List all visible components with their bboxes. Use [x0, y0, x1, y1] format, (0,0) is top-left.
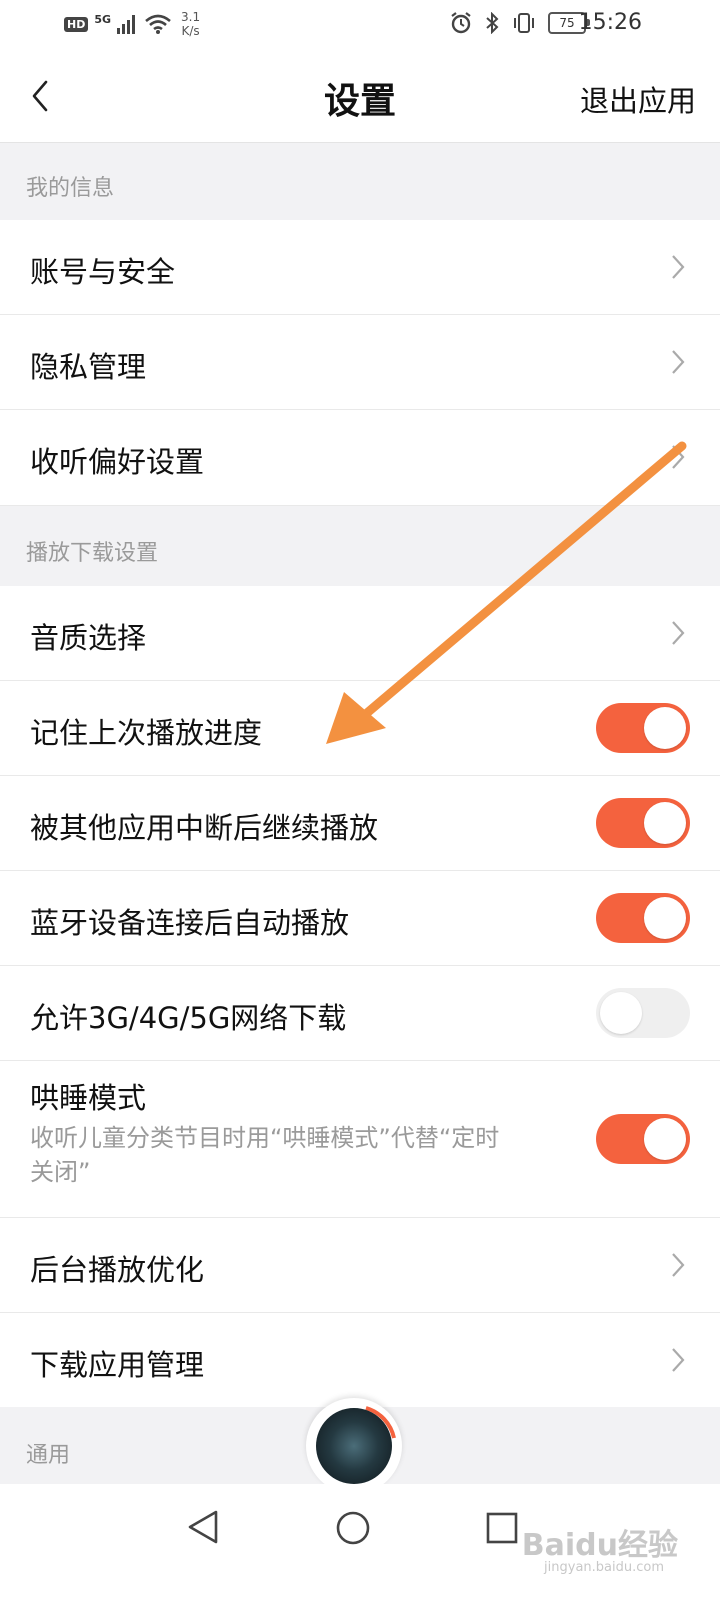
settings-row-background-optimization[interactable]: 后台播放优化: [0, 1218, 720, 1313]
nav-home-icon[interactable]: [335, 1510, 371, 1546]
watermark-logo: Baidu经验: [521, 1528, 678, 1563]
chevron-right-icon: [672, 445, 685, 469]
nav-recents-icon[interactable]: [485, 1511, 519, 1545]
vibrate-icon: [514, 13, 534, 33]
row-label: 被其他应用中断后继续播放: [30, 811, 379, 845]
settings-row-resume-after-interrupt: 被其他应用中断后继续播放: [0, 776, 720, 871]
row-label: 下载应用管理: [30, 1348, 205, 1382]
section-playback-download: 播放下载设置: [0, 506, 720, 586]
section-label: 我的信息: [26, 176, 115, 201]
row-label: 收听偏好设置: [30, 445, 205, 479]
exit-app-button[interactable]: 退出应用: [580, 78, 696, 120]
status-left: HD 5G 3.1 K/s: [64, 10, 200, 38]
chevron-right-icon: [672, 350, 685, 374]
net-speed: 3.1 K/s: [181, 10, 200, 38]
row-description: 收听儿童分类节目时用“哄睡模式”代替“定时关闭”: [30, 1124, 500, 1186]
row-label: 允许3G/4G/5G网络下载: [30, 1001, 347, 1035]
top-bar: 设置 退出应用: [0, 50, 720, 143]
toggle-knob: [644, 707, 686, 749]
row-label: 隐私管理: [30, 350, 147, 384]
settings-row-audio-quality[interactable]: 音质选择: [0, 586, 720, 681]
chevron-right-icon: [672, 255, 685, 279]
section-label: 播放下载设置: [26, 541, 159, 566]
section-my-info: 我的信息: [0, 143, 720, 220]
clock: 15:26: [578, 10, 642, 35]
bluetooth-autoplay-toggle[interactable]: [596, 893, 690, 943]
row-label: 账号与安全: [30, 255, 176, 289]
bluetooth-icon: [486, 12, 499, 34]
net-speed-unit: K/s: [181, 24, 200, 38]
row-label: 后台播放优化: [30, 1253, 205, 1287]
settings-row-download-app-management[interactable]: 下载应用管理: [0, 1313, 720, 1407]
row-label: 哄睡模式: [30, 1081, 147, 1115]
settings-row-bluetooth-autoplay: 蓝牙设备连接后自动播放: [0, 871, 720, 966]
status-right-icons: 75: [450, 12, 590, 34]
nav-back-icon[interactable]: [186, 1508, 220, 1546]
chevron-right-icon: [672, 1253, 685, 1277]
hd-badge: HD: [64, 16, 89, 32]
chevron-right-icon: [672, 621, 685, 645]
album-cover: [316, 1408, 392, 1484]
signal-icon: [117, 15, 136, 34]
row-label: 音质选择: [30, 621, 147, 655]
sleep-mode-toggle[interactable]: [596, 1114, 690, 1164]
mini-player-button[interactable]: [306, 1398, 402, 1494]
wifi-icon: [145, 14, 171, 34]
net-speed-value: 3.1: [181, 10, 201, 24]
settings-row-privacy[interactable]: 隐私管理: [0, 315, 720, 410]
remember-progress-toggle[interactable]: [596, 703, 690, 753]
chevron-right-icon: [672, 1348, 685, 1372]
resume-after-interrupt-toggle[interactable]: [596, 798, 690, 848]
toggle-knob: [644, 1118, 686, 1160]
row-label: 蓝牙设备连接后自动播放: [30, 906, 350, 940]
row-label: 记住上次播放进度: [30, 716, 263, 750]
settings-row-mobile-download: 允许3G/4G/5G网络下载: [0, 966, 720, 1061]
mobile-download-toggle[interactable]: [596, 988, 690, 1038]
settings-row-sleep-mode: 哄睡模式 收听儿童分类节目时用“哄睡模式”代替“定时关闭”: [0, 1061, 720, 1218]
settings-row-remember-progress: 记住上次播放进度: [0, 681, 720, 776]
watermark-url: jingyan.baidu.com: [544, 1560, 664, 1575]
toggle-knob: [644, 897, 686, 939]
settings-row-listening-preferences[interactable]: 收听偏好设置: [0, 410, 720, 506]
alarm-icon: [451, 12, 471, 34]
toggle-knob: [644, 802, 686, 844]
signal-label: 5G: [94, 12, 112, 26]
status-bar: HD 5G 3.1 K/s 75 15:26: [0, 0, 720, 50]
settings-row-account-security[interactable]: 账号与安全: [0, 220, 720, 315]
section-label: 通用: [26, 1443, 71, 1468]
toggle-knob: [600, 992, 642, 1034]
